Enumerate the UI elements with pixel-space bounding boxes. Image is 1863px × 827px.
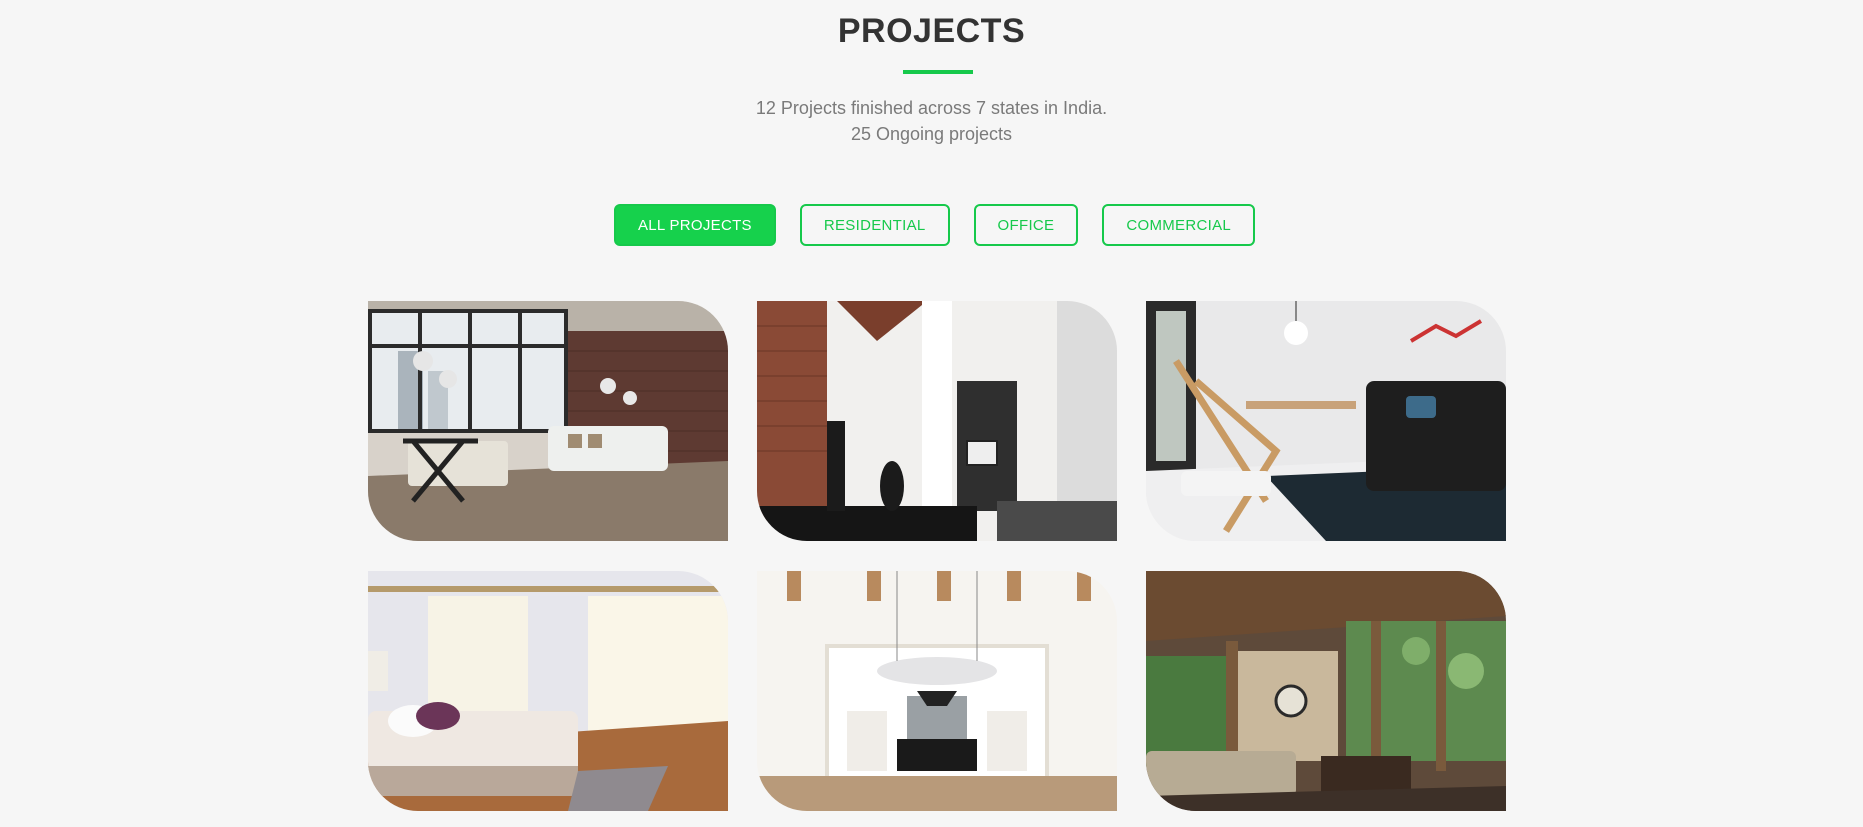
projects-grid [368,301,1506,811]
section-title: PROJECTS [837,12,1026,50]
bedroom-image [368,571,728,811]
title-underline [903,70,973,74]
section-subtitle: 12 Projects finished across 7 states in … [0,95,1863,147]
project-filters: ALL PROJECTS RESIDENTIAL OFFICE COMMERCI… [6,204,1863,246]
subtitle-line-ongoing: 25 Ongoing projects [850,124,1013,144]
project-card-loft[interactable] [757,301,1117,541]
projects-section: PROJECTS 12 Projects finished across 7 s… [0,0,1863,827]
filter-commercial-button[interactable]: COMMERCIAL [1102,204,1256,246]
project-card-dining-lounge[interactable] [1146,301,1506,541]
filter-office-button[interactable]: OFFICE [973,204,1079,246]
filter-residential-button[interactable]: RESIDENTIAL [799,204,950,246]
living-room-brick-wall-image [368,301,728,541]
project-card-kitchen[interactable] [757,571,1117,811]
kitchen-chandelier-image [757,571,1117,811]
project-card-bedroom[interactable] [368,571,728,811]
loft-interior-image [757,301,1117,541]
dining-lounge-image [1146,301,1506,541]
filter-all-projects-button[interactable]: ALL PROJECTS [613,204,776,246]
porch-lounge-image [1146,571,1506,811]
project-card-living-room[interactable] [368,301,728,541]
project-card-porch[interactable] [1146,571,1506,811]
subtitle-line-finished: 12 Projects finished across 7 states in … [755,98,1108,118]
